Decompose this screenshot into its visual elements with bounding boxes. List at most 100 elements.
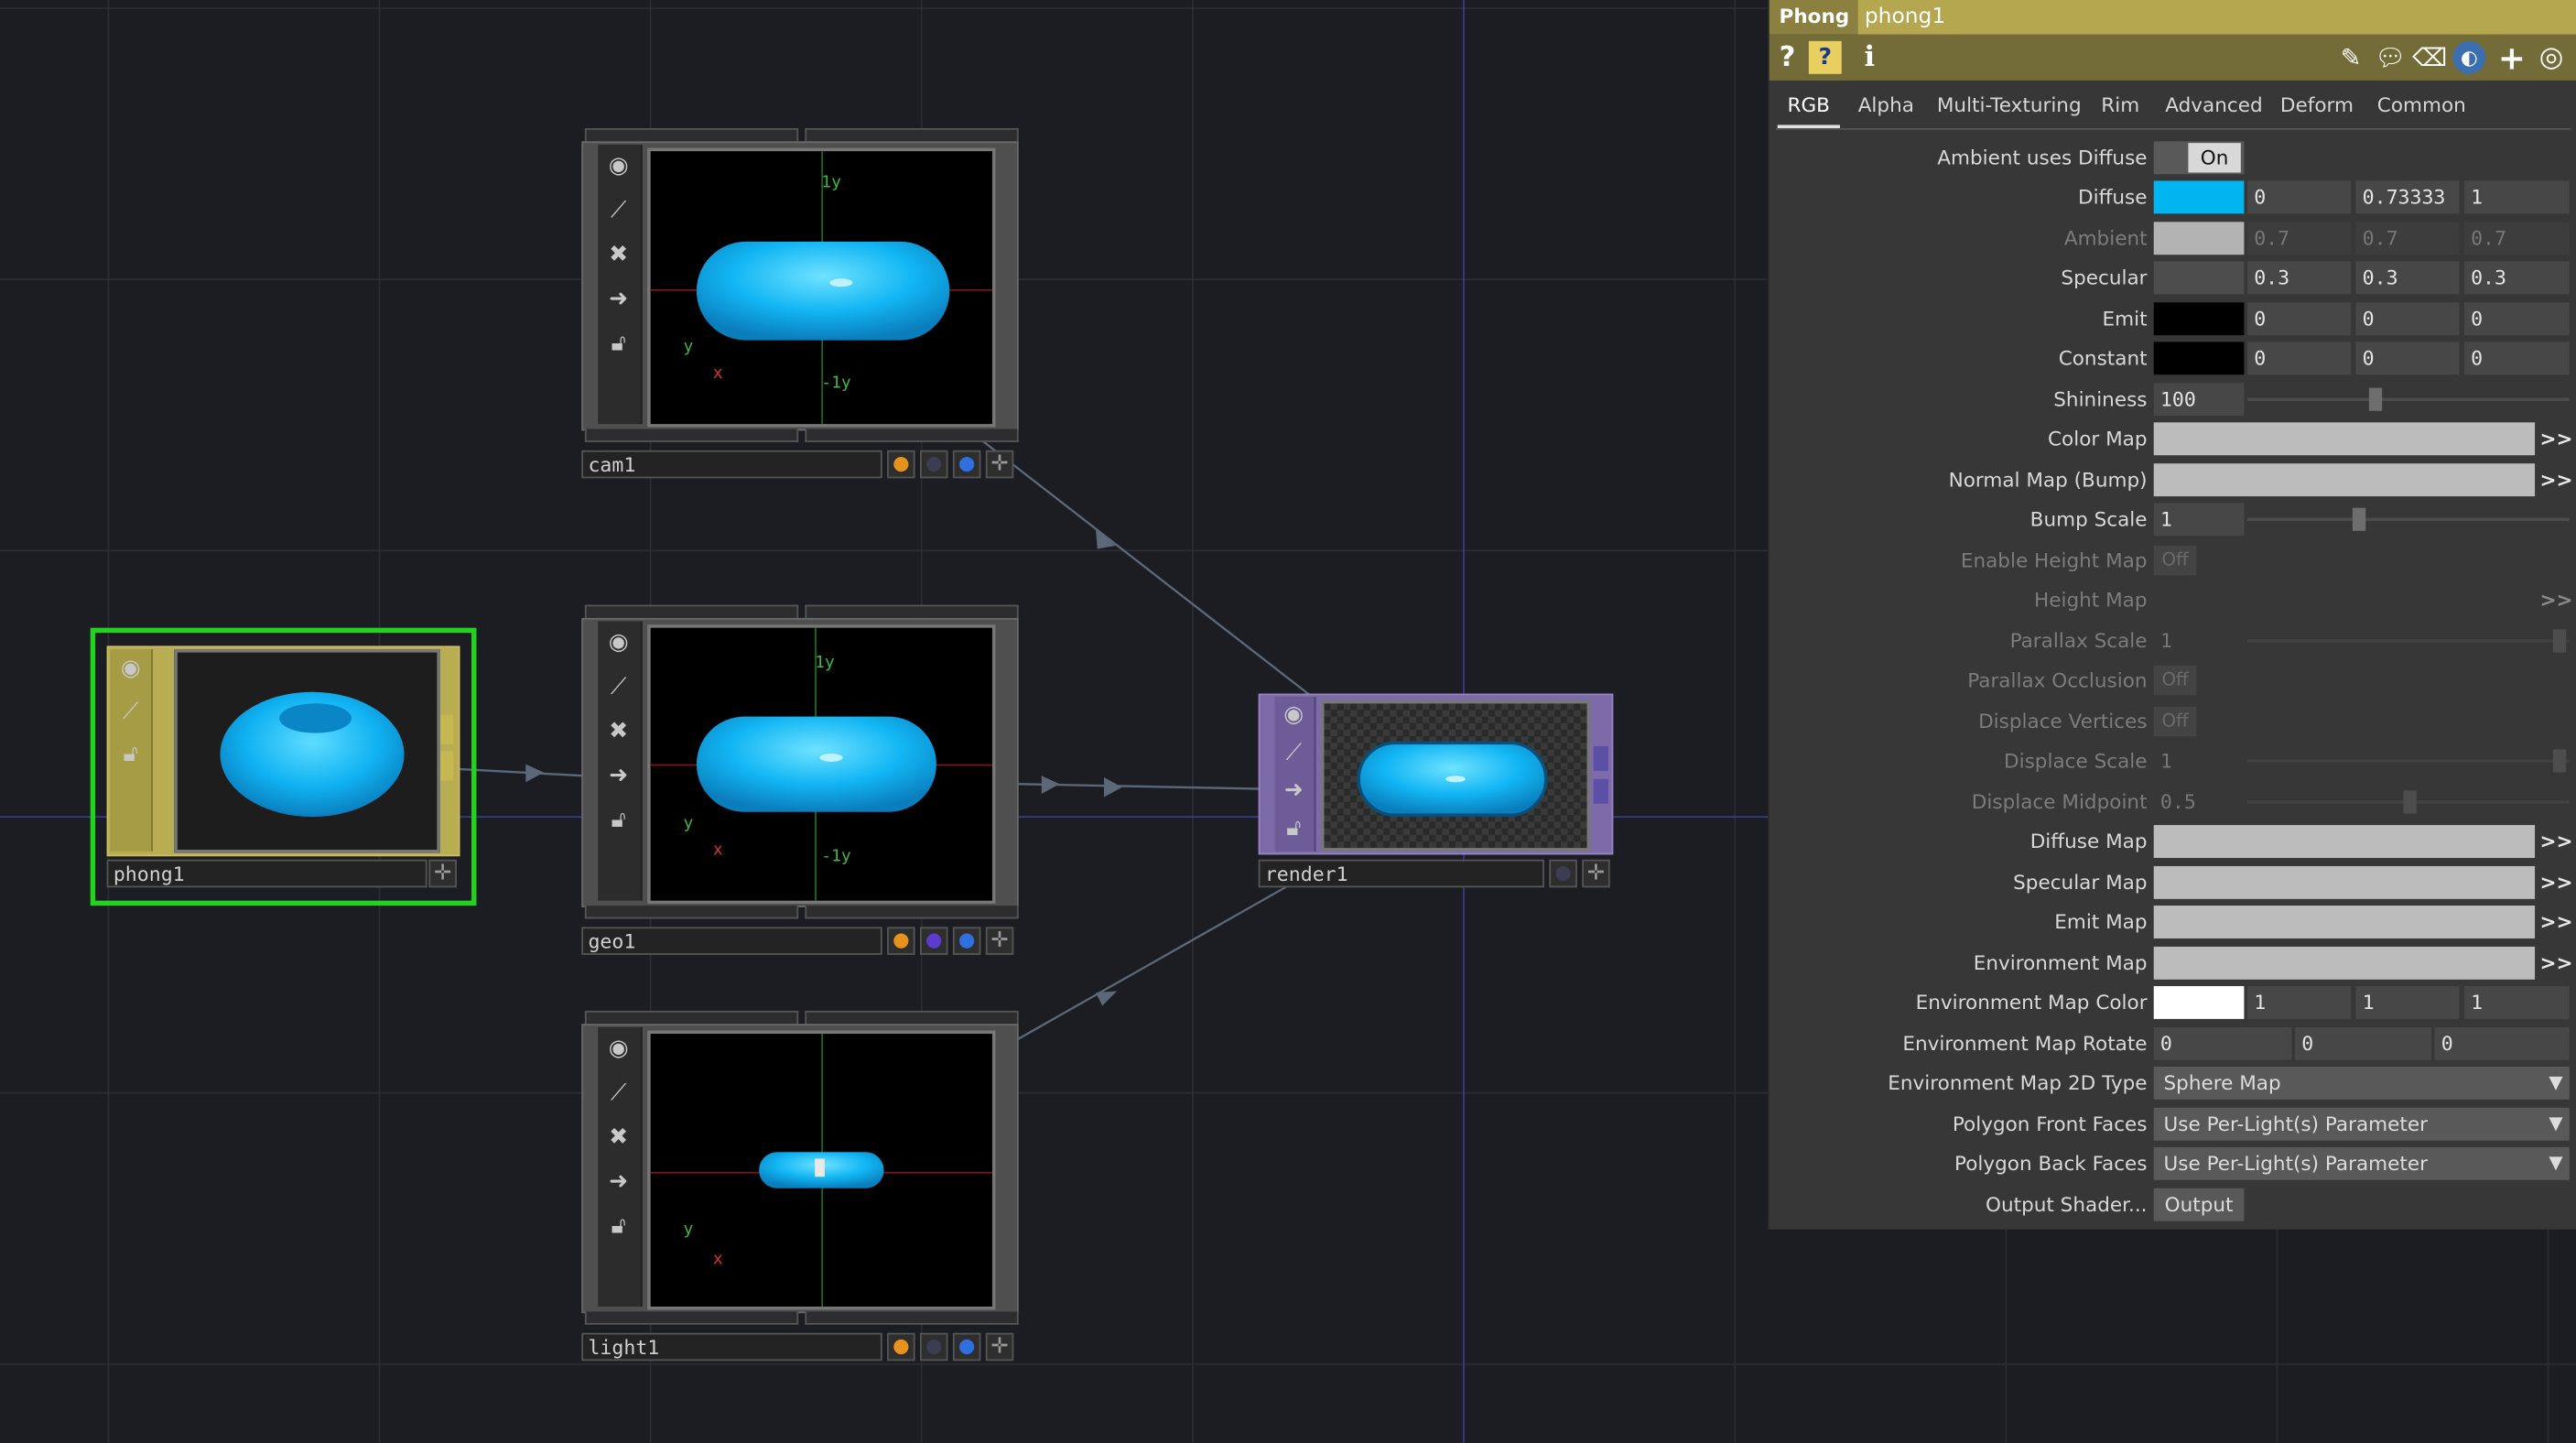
tab-advanced[interactable]: Advanced [2156,85,2273,125]
operator-name-field[interactable]: phong1 [1857,0,2576,35]
environment-map-color-swatch[interactable] [2153,986,2245,1019]
viewer-flag-icon[interactable] [1549,859,1577,888]
tab-rim[interactable]: Rim [2092,85,2149,125]
emit-g-field[interactable]: 0 [2355,302,2460,336]
node-light1[interactable]: ◉ ⟋ ✖ ➜ 🔓︎ y x light1 ✛ [581,1010,1019,1364]
environment-map-rotate-z-field[interactable]: 0 [2434,1026,2570,1060]
specular-b-field[interactable]: 0.3 [2463,261,2570,295]
displace-scale-field[interactable]: 1 [2154,744,2245,777]
environment-map-color-g-field[interactable]: 1 [2355,986,2460,1019]
ambient-uses-diffuse-toggle[interactable]: On [2153,141,2245,175]
lock-icon[interactable]: 🔓︎ [114,738,148,773]
cook-icon[interactable]: ⟋ [114,695,148,730]
polygon-back-faces-menu[interactable]: Use Per-Light(s) Parameter ▼ [2153,1146,2570,1180]
tab-deform[interactable]: Deform [2270,85,2364,125]
normal-map-field[interactable] [2153,463,2536,497]
specular-color-swatch[interactable] [2153,261,2245,295]
diffuse-map-field[interactable] [2153,825,2536,858]
node-label[interactable]: cam1 [581,450,882,479]
viewer-icon[interactable]: ◉ [601,626,636,661]
constant-r-field[interactable]: 0 [2247,342,2352,375]
export-icon[interactable]: ➜ [1276,774,1311,808]
output-shader-button[interactable]: Output [2153,1188,2245,1221]
add-flag-icon[interactable]: ✛ [1582,859,1610,888]
node-label[interactable]: light1 [581,1332,882,1362]
eraser-icon[interactable]: ⌫ [2411,39,2447,75]
cook-icon[interactable]: ⟋ [1276,736,1311,771]
constant-g-field[interactable]: 0 [2355,342,2460,375]
python-help-icon[interactable]: ? [1808,40,1842,74]
emit-color-swatch[interactable] [2153,302,2245,336]
tab-common[interactable]: Common [2367,85,2476,125]
ambient-b-field[interactable]: 0.7 [2463,222,2570,255]
cook-icon[interactable]: ⟋ [601,194,636,229]
bypass-icon[interactable]: ✖ [601,1121,636,1155]
export-icon[interactable]: ➜ [601,1166,636,1200]
polygon-front-faces-menu[interactable]: Use Per-Light(s) Parameter ▼ [2153,1107,2570,1141]
lock-icon[interactable]: 🔓︎ [1276,812,1311,847]
viewer-icon[interactable]: ◉ [1276,699,1311,733]
node-viewer-render1[interactable] [1320,700,1591,852]
render-flag-icon[interactable] [887,450,915,479]
environment-map-rotate-y-field[interactable]: 0 [2295,1026,2432,1060]
node-viewer-cam1[interactable]: 1y -1y y x [647,147,996,428]
shininess-field[interactable]: 100 [2153,383,2245,417]
color-map-field[interactable] [2153,422,2536,456]
add-flag-icon[interactable]: ✛ [428,859,457,888]
tab-alpha[interactable]: Alpha [1848,85,1924,125]
parallax-scale-field[interactable]: 1 [2154,624,2245,657]
diffuse-b-field[interactable]: 1 [2463,180,2570,214]
add-flag-icon[interactable]: ✛ [985,1332,1014,1362]
shininess-slider-handle[interactable] [2368,387,2383,411]
edit-icon[interactable]: ✎ [2332,39,2368,75]
shininess-slider[interactable] [2247,397,2570,401]
displace-scale-slider-handle[interactable] [2552,749,2567,773]
bump-scale-slider[interactable] [2247,517,2570,522]
add-flag-icon[interactable]: ✛ [985,450,1014,479]
normal-map-more-button[interactable]: >> [2539,463,2572,496]
emit-map-field[interactable] [2153,906,2536,938]
node-viewer-phong1[interactable] [174,649,440,853]
node-phong1[interactable]: ◉ ⟋ 🔓︎ phong1 ✛ [90,627,477,906]
emit-r-field[interactable]: 0 [2247,302,2352,336]
render-flag-icon[interactable] [887,927,915,955]
node-geo1[interactable]: ◉ ⟋ ✖ ➜ 🔓︎ 1y -1y y x geo1 ✛ [581,604,1019,959]
node-cam1[interactable]: ◉ ⟋ ✖ ➜ 🔓︎ 1y -1y y x cam1 ✛ [581,128,1019,482]
bump-scale-slider-handle[interactable] [2352,507,2366,531]
viewer-icon[interactable]: ◉ [601,1032,636,1067]
displace-midpoint-field[interactable]: 0.5 [2154,786,2245,819]
enable-height-map-toggle[interactable]: Off [2153,545,2197,576]
emit-b-field[interactable]: 0 [2463,302,2570,336]
environment-map-rotate-x-field[interactable]: 0 [2153,1026,2292,1060]
render-flag-icon[interactable] [887,1332,915,1362]
node-viewer-light1[interactable]: y x [647,1030,996,1310]
bypass-icon[interactable]: ✖ [601,238,636,273]
python-icon[interactable]: ◐ [2452,40,2486,74]
displace-midpoint-slider-handle[interactable] [2403,790,2417,814]
cook-icon[interactable]: ⟋ [601,1077,636,1112]
add-flag-icon[interactable]: ✛ [985,927,1014,955]
diffuse-map-more-button[interactable]: >> [2539,825,2572,858]
constant-b-field[interactable]: 0 [2463,342,2570,375]
info-icon[interactable]: i [1852,39,1888,75]
display-flag-icon[interactable] [919,450,948,479]
node-render1[interactable]: ◉ ⟋ ➜ 🔓︎ render1 ✛ [1258,693,1615,890]
target-icon[interactable]: ◎ [2533,39,2569,75]
bump-scale-field[interactable]: 1 [2153,503,2245,537]
constant-color-swatch[interactable] [2153,342,2245,375]
tab-rgb[interactable]: RGB [1777,85,1840,129]
export-icon[interactable]: ➜ [601,759,636,794]
viewer-icon[interactable]: ◉ [114,653,148,688]
specular-r-field[interactable]: 0.3 [2247,261,2352,295]
specular-g-field[interactable]: 0.3 [2355,261,2460,295]
node-label[interactable]: geo1 [581,927,882,955]
ambient-g-field[interactable]: 0.7 [2355,222,2460,255]
ambient-color-swatch[interactable] [2153,222,2245,255]
environment-map-more-button[interactable]: >> [2539,947,2572,980]
diffuse-g-field[interactable]: 0.73333 [2355,180,2460,214]
height-map-more-button[interactable]: >> [2539,583,2572,616]
node-label[interactable]: render1 [1258,859,1544,888]
lock-icon[interactable]: 🔓︎ [601,327,636,362]
environment-map-color-b-field[interactable]: 1 [2463,986,2570,1019]
environment-map-2d-type-menu[interactable]: Sphere Map ▼ [2153,1066,2570,1100]
